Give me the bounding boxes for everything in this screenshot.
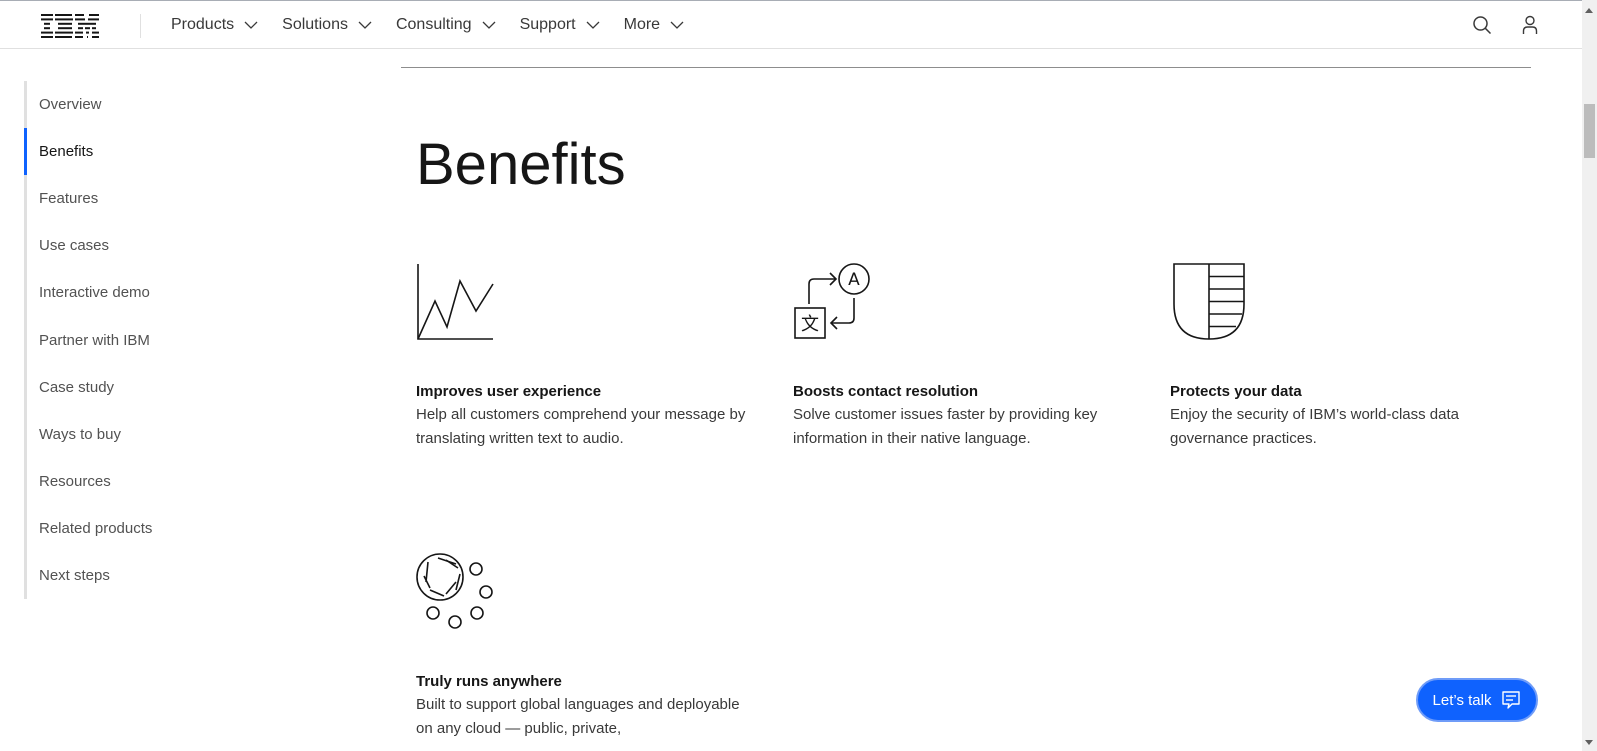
- ibm-logo[interactable]: [41, 14, 99, 38]
- chevron-down-icon: [244, 21, 258, 29]
- lets-talk-label: Let’s talk: [1432, 691, 1492, 709]
- line-chart-icon: [417, 264, 494, 340]
- sidebar-item-label: Partner with IBM: [39, 331, 150, 349]
- chevron-down-icon: [586, 21, 600, 29]
- scroll-up-arrow-icon[interactable]: [1585, 8, 1593, 13]
- translate-icon: 文 A: [794, 263, 870, 339]
- shield-icon: [1173, 263, 1245, 340]
- sidebar-item-ways-to-buy[interactable]: Ways to buy: [27, 411, 224, 458]
- sidebar-item-related-products[interactable]: Related products: [27, 505, 224, 552]
- card-title: Truly runs anywhere: [416, 673, 562, 690]
- nav-label: Support: [519, 16, 576, 33]
- card-title: Protects your data: [1170, 383, 1302, 400]
- card-text: Help all customers comprehend your messa…: [416, 406, 746, 447]
- main-nav: Products Solutions Consulting Support Mo…: [171, 1, 708, 49]
- sidebar-item-label: Case study: [39, 378, 115, 396]
- card-text: Enjoy the security of IBM’s world-class …: [1170, 406, 1460, 447]
- nav-label: Solutions: [282, 16, 348, 33]
- nav-more[interactable]: More: [624, 1, 684, 49]
- sidebar-item-label: Benefits: [39, 143, 94, 161]
- sidebar-item-label: Overview: [39, 96, 102, 114]
- svg-text:文: 文: [801, 314, 819, 335]
- nav-support[interactable]: Support: [520, 1, 600, 49]
- sidebar-item-label: Resources: [39, 472, 111, 490]
- benefit-card: Improves user experience Help all custom…: [416, 262, 756, 451]
- scroll-down-arrow-icon[interactable]: [1585, 740, 1593, 745]
- nav-label: More: [623, 16, 661, 33]
- card-text: Built to support global languages and de…: [416, 696, 740, 737]
- chevron-down-icon: [358, 21, 372, 29]
- sidebar-item-interactive-demo[interactable]: Interactive demo: [27, 269, 224, 316]
- benefit-card: Protects your data Enjoy the security of…: [1170, 262, 1510, 451]
- sidebar-item-label: Ways to buy: [39, 425, 121, 443]
- cloud-anywhere-icon: [416, 553, 493, 629]
- page-title: Benefits: [416, 132, 626, 197]
- chat-icon: [1502, 691, 1521, 709]
- table-of-contents-sidebar: Overview Benefits Features Use cases Int…: [24, 81, 224, 599]
- card-title: Improves user experience: [416, 383, 602, 400]
- search-icon[interactable]: [1472, 15, 1492, 35]
- chevron-down-icon: [670, 21, 684, 29]
- sidebar-item-resources[interactable]: Resources: [27, 458, 224, 505]
- nav-consulting[interactable]: Consulting: [396, 1, 496, 49]
- chevron-down-icon: [482, 21, 496, 29]
- nav-products[interactable]: Products: [171, 1, 258, 49]
- nav-solutions[interactable]: Solutions: [282, 1, 372, 49]
- benefit-card: 文 A Boosts contact resolution Solve cust…: [793, 262, 1133, 451]
- logo-divider: [140, 14, 141, 38]
- benefit-card: Truly runs anywhere Built to support glo…: [416, 552, 756, 741]
- sidebar-item-label: Related products: [39, 519, 153, 537]
- sidebar-item-features[interactable]: Features: [27, 175, 224, 222]
- top-navigation-bar: Products Solutions Consulting Support Mo…: [0, 0, 1582, 49]
- sidebar-item-label: Features: [39, 190, 99, 208]
- sidebar-item-label: Next steps: [39, 566, 110, 584]
- sidebar-item-benefits[interactable]: Benefits: [24, 128, 224, 176]
- card-text: Solve customer issues faster by providin…: [793, 406, 1098, 447]
- sidebar-item-overview[interactable]: Overview: [27, 81, 224, 128]
- sidebar-item-case-study[interactable]: Case study: [27, 364, 224, 411]
- nav-label: Products: [171, 16, 235, 33]
- page-scrollbar[interactable]: [1582, 0, 1597, 751]
- lets-talk-button[interactable]: Let’s talk: [1416, 678, 1538, 722]
- svg-text:A: A: [848, 270, 860, 290]
- scrollbar-thumb[interactable]: [1584, 104, 1595, 158]
- card-title: Boosts contact resolution: [793, 383, 979, 400]
- user-icon[interactable]: [1520, 15, 1540, 35]
- sidebar-item-next-steps[interactable]: Next steps: [27, 552, 224, 599]
- section-divider: [401, 67, 1531, 68]
- sidebar-item-use-cases[interactable]: Use cases: [27, 222, 224, 269]
- sidebar-item-label: Interactive demo: [39, 284, 150, 302]
- sidebar-item-label: Use cases: [39, 237, 110, 255]
- nav-label: Consulting: [395, 16, 472, 33]
- sidebar-item-partner-with-ibm[interactable]: Partner with IBM: [27, 316, 224, 363]
